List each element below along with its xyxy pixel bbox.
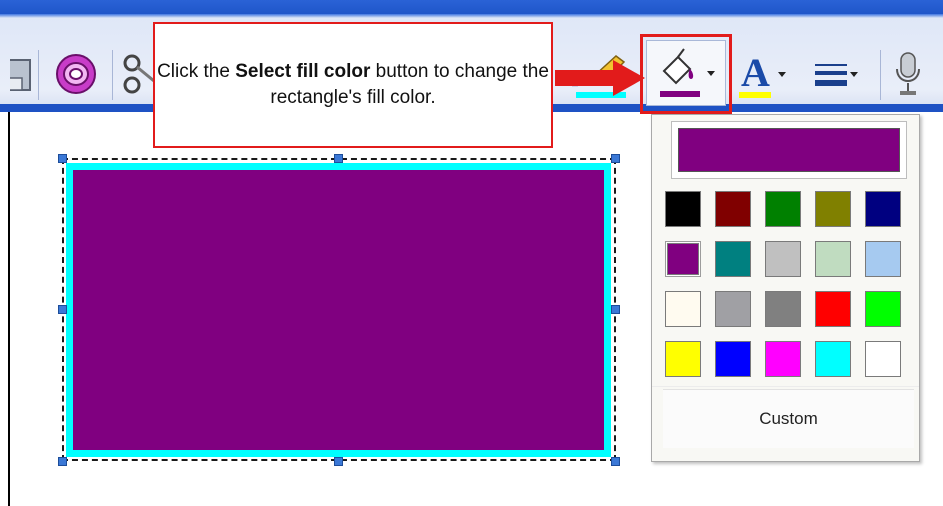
color-swatch-fill	[865, 241, 901, 277]
color-swatch[interactable]	[765, 241, 801, 277]
color-swatch[interactable]	[765, 341, 801, 377]
color-swatch-fill	[865, 191, 901, 227]
color-swatch-fill	[765, 341, 801, 377]
color-swatch-fill	[815, 291, 851, 327]
toolbar-separator	[38, 50, 39, 100]
canvas-border	[8, 112, 10, 506]
resize-handle-left[interactable]	[58, 305, 67, 314]
save-button[interactable]	[10, 44, 32, 104]
color-swatch-fill	[765, 241, 801, 277]
color-swatch[interactable]	[815, 241, 851, 277]
stamp-button[interactable]	[48, 44, 104, 104]
current-color-preview[interactable]	[671, 121, 907, 179]
custom-color-button[interactable]: Custom	[663, 389, 914, 448]
save-icon	[10, 59, 31, 91]
svg-text:A: A	[741, 50, 770, 95]
color-swatch-fill	[665, 291, 701, 327]
current-color-swatch	[678, 128, 900, 172]
color-swatch-grid	[665, 191, 909, 377]
color-swatch[interactable]	[765, 291, 801, 327]
resize-handle-bottom-left[interactable]	[58, 457, 67, 466]
chevron-down-icon	[778, 72, 786, 77]
color-swatch-fill	[667, 243, 699, 275]
callout-text-bold: Select fill color	[235, 61, 371, 82]
color-swatch[interactable]	[815, 291, 851, 327]
color-swatch-fill	[715, 341, 751, 377]
color-swatch[interactable]	[865, 191, 901, 227]
resize-handle-right[interactable]	[611, 305, 620, 314]
microphone-icon	[896, 52, 920, 95]
color-swatch[interactable]	[815, 191, 851, 227]
instruction-callout: Click the Select fill color button to ch…	[153, 22, 553, 148]
selection-border	[62, 158, 616, 461]
font-color-button[interactable]: A	[734, 44, 790, 104]
line-style-button[interactable]	[796, 44, 876, 104]
color-swatch-fill	[865, 291, 901, 327]
color-swatch-fill	[765, 191, 801, 227]
color-swatch-fill	[765, 291, 801, 327]
fill-button-highlight	[640, 34, 732, 114]
color-swatch[interactable]	[715, 241, 751, 277]
color-swatch-fill	[665, 341, 701, 377]
color-swatch-fill	[715, 291, 751, 327]
callout-text-start: Click the	[157, 61, 236, 82]
red-arrow-icon	[555, 60, 645, 96]
divider	[652, 386, 919, 387]
color-swatch-fill	[715, 191, 751, 227]
color-swatch-fill	[815, 191, 851, 227]
color-swatch[interactable]	[815, 341, 851, 377]
cut-button[interactable]	[120, 44, 154, 104]
color-swatch-fill	[815, 341, 851, 377]
color-swatch[interactable]	[715, 291, 751, 327]
color-swatch[interactable]	[865, 241, 901, 277]
toolbar-separator	[880, 50, 881, 100]
color-swatch[interactable]	[765, 191, 801, 227]
color-swatch[interactable]	[715, 341, 751, 377]
color-swatch-fill	[815, 241, 851, 277]
resize-handle-top-right[interactable]	[611, 154, 620, 163]
resize-handle-top[interactable]	[334, 154, 343, 163]
resize-handle-bottom[interactable]	[334, 457, 343, 466]
color-swatch-fill	[665, 191, 701, 227]
color-swatch[interactable]	[665, 291, 701, 327]
line-style-icon	[815, 64, 847, 86]
color-swatch[interactable]	[715, 191, 751, 227]
color-swatch-fill	[715, 241, 751, 277]
toolbar-separator	[112, 50, 113, 100]
scissors-icon	[123, 54, 154, 94]
resize-handle-bottom-right[interactable]	[611, 457, 620, 466]
record-audio-button[interactable]	[888, 44, 928, 104]
color-swatch-fill	[865, 341, 901, 377]
color-swatch[interactable]	[865, 291, 901, 327]
callout-text: Click the Select fill color button to ch…	[155, 59, 551, 111]
resize-handle-top-left[interactable]	[58, 154, 67, 163]
color-swatch[interactable]	[665, 241, 701, 277]
fill-color-panel: Custom	[651, 114, 920, 462]
oval-stamp-icon	[56, 54, 96, 94]
color-swatch[interactable]	[665, 191, 701, 227]
color-swatch[interactable]	[665, 341, 701, 377]
font-color-icon: A	[739, 50, 771, 98]
color-swatch[interactable]	[865, 341, 901, 377]
chevron-down-icon	[850, 72, 858, 77]
